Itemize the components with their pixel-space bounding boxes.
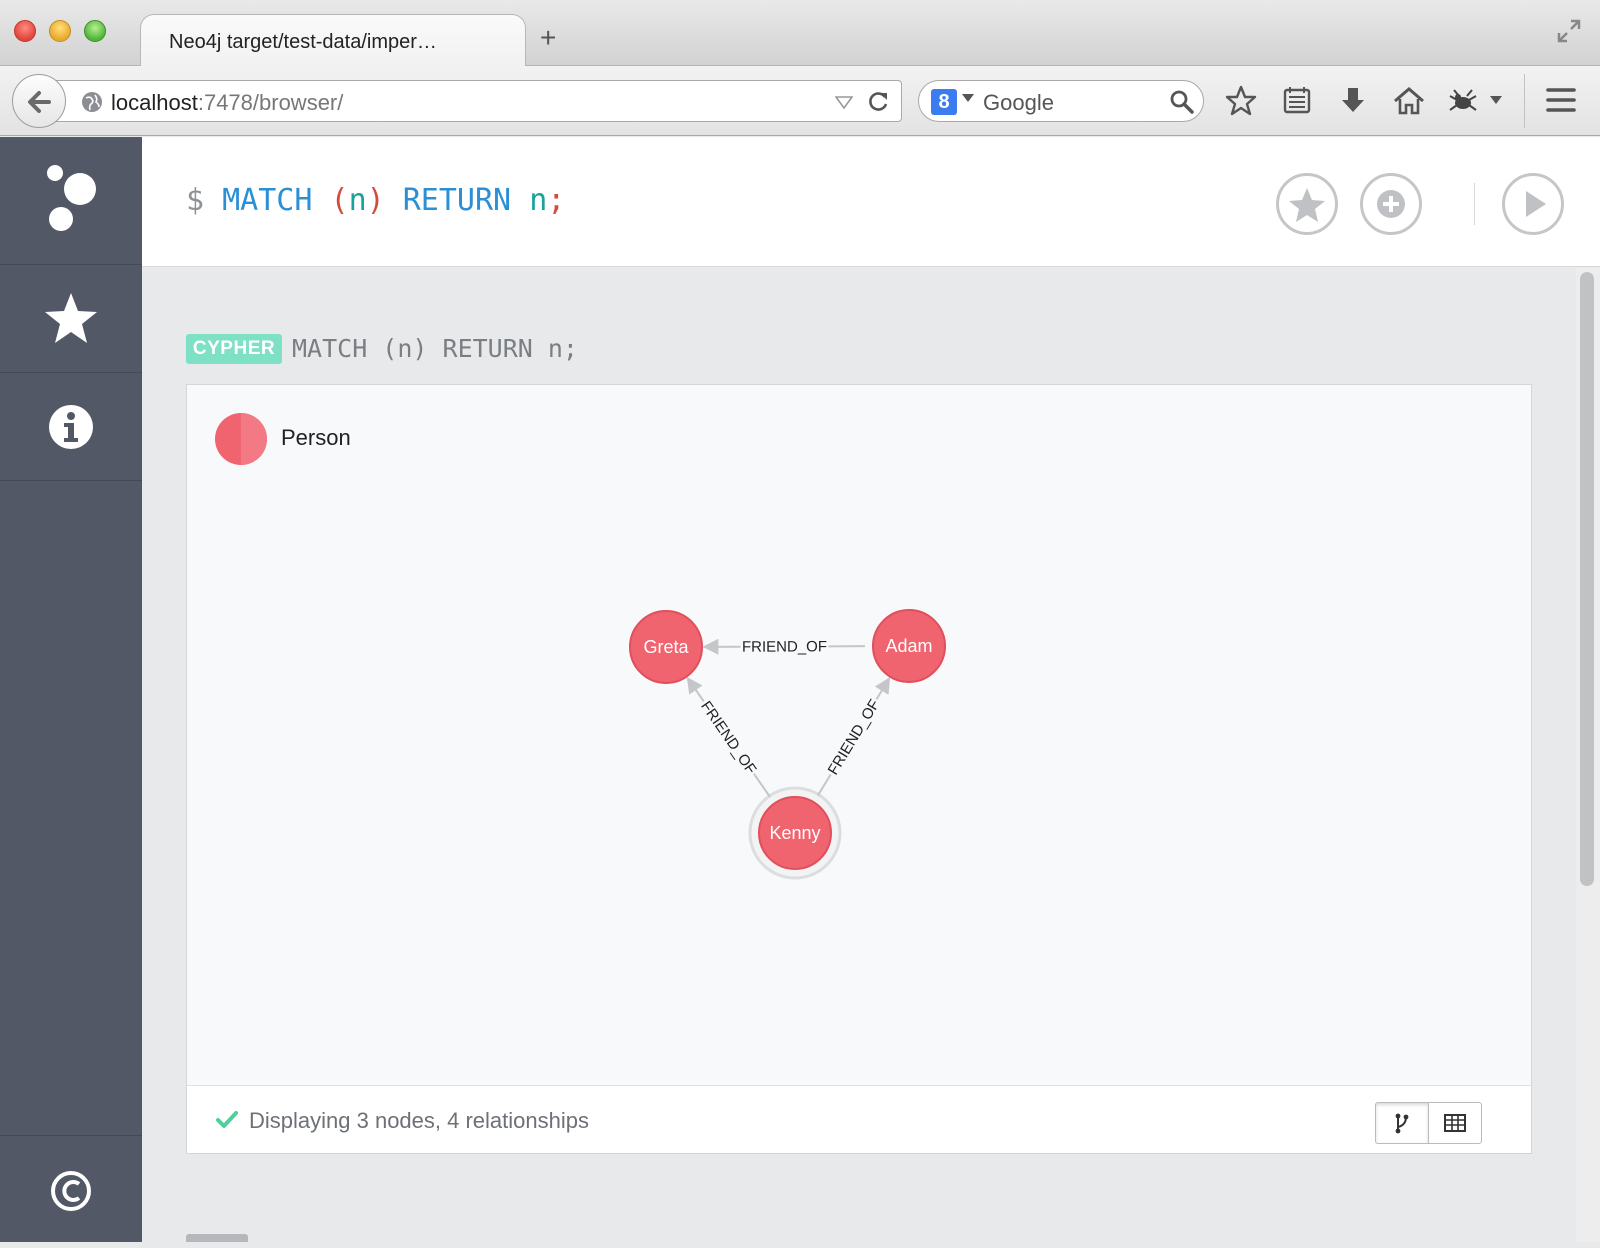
copyright-icon: [0, 1136, 142, 1243]
editor-code[interactable]: $ MATCH (n) RETURN n;: [186, 183, 565, 218]
editor-paren-open: (: [331, 183, 349, 218]
close-window-button[interactable]: [14, 20, 36, 42]
relationship-arrow[interactable]: [876, 678, 889, 699]
browser-titlebar: Neo4j target/test-data/imper… +: [0, 0, 1600, 66]
star-icon: [0, 265, 142, 373]
table-view-button[interactable]: [1428, 1102, 1482, 1144]
favorite-query-button[interactable]: [1276, 173, 1338, 235]
legend-person-dot[interactable]: [215, 413, 267, 465]
graph-node-label: Kenny: [769, 823, 820, 843]
url-bar[interactable]: localhost:7478/browser/: [50, 80, 902, 122]
addon-dropdown-icon[interactable]: [1488, 92, 1504, 108]
menu-icon[interactable]: [1546, 86, 1576, 114]
play-icon: [1505, 176, 1561, 232]
home-icon[interactable]: [1392, 84, 1426, 118]
editor-divider: [1474, 183, 1475, 225]
frame-footer: Displaying 3 nodes, 4 relationships: [187, 1085, 1531, 1153]
firebug-icon[interactable]: [1446, 84, 1480, 118]
sidebar-item-info[interactable]: [0, 373, 142, 481]
app-sidebar: [0, 137, 142, 1242]
back-button[interactable]: [12, 74, 66, 128]
url-path: :7478/browser/: [198, 90, 344, 115]
sidebar-item-about[interactable]: [0, 1135, 142, 1242]
table-view-icon: [1429, 1103, 1481, 1143]
clear-editor-button[interactable]: [1360, 173, 1422, 235]
relationship-line[interactable]: [818, 775, 831, 796]
cypher-badge: CYPHER: [186, 334, 282, 364]
reload-icon[interactable]: [865, 89, 891, 115]
result-frame: FRIEND_OF FRIEND_OF FRIEND_OF Greta Adam Kenn…: [186, 384, 1532, 1154]
search-icon[interactable]: [1169, 89, 1195, 115]
tab-title: Neo4j target/test-data/imper…: [169, 31, 437, 54]
graph-node-label: Adam: [885, 636, 932, 656]
plus-icon: [1363, 176, 1419, 232]
back-arrow-icon: [13, 75, 67, 129]
url-dropdown-icon[interactable]: [835, 95, 853, 109]
zoom-window-button[interactable]: [84, 20, 106, 42]
query-editor[interactable]: $ MATCH (n) RETURN n;: [142, 137, 1600, 267]
relationship-line[interactable]: [754, 774, 770, 797]
editor-paren-close: ): [367, 183, 385, 218]
stream-scrollbar-thumb[interactable]: [1580, 272, 1594, 886]
sidebar-item-logo[interactable]: [0, 137, 142, 265]
info-icon: [0, 373, 142, 481]
editor-var: n: [349, 183, 367, 218]
graph-view-icon: [1376, 1103, 1428, 1143]
search-engine-dropdown-icon[interactable]: [961, 93, 975, 103]
relationship-label[interactable]: FRIEND_OF: [825, 696, 884, 777]
status-message: Displaying 3 nodes, 4 relationships: [249, 1108, 589, 1134]
editor-prompt: $: [186, 183, 204, 218]
graph-visualization[interactable]: FRIEND_OF FRIEND_OF FRIEND_OF Greta Adam Kenn…: [187, 385, 1533, 1085]
search-input[interactable]: Google: [983, 90, 1054, 116]
check-icon: [215, 1108, 239, 1132]
legend-person-label[interactable]: Person: [281, 425, 351, 451]
relationship-label[interactable]: FRIEND_OF: [742, 638, 827, 655]
search-bar[interactable]: 8 Google: [918, 80, 1204, 122]
relationship-label[interactable]: FRIEND_OF: [697, 698, 759, 778]
fullscreen-icon[interactable]: [1556, 18, 1582, 44]
new-tab-button[interactable]: +: [540, 22, 556, 54]
bookmark-star-icon[interactable]: [1224, 84, 1258, 118]
url-text: localhost:7478/browser/: [111, 90, 343, 116]
editor-keyword-return: RETURN: [403, 183, 511, 218]
neo4j-logo-icon: [0, 137, 142, 265]
graph-node-label: Greta: [643, 637, 689, 657]
minimize-window-button[interactable]: [49, 20, 71, 42]
graph-view-button[interactable]: [1375, 1102, 1429, 1144]
editor-keyword-match: MATCH: [222, 183, 312, 218]
star-icon: [1279, 176, 1335, 232]
result-stream: CYPHER MATCH (n) RETURN n; FRIEND_OFFRIE…: [142, 268, 1576, 1242]
run-query-button[interactable]: [1502, 173, 1564, 235]
next-frame-badge: [186, 1234, 248, 1242]
toolbar-divider: [1524, 74, 1525, 128]
sidebar-item-favorites[interactable]: [0, 265, 142, 373]
editor-return-var: n: [529, 183, 547, 218]
relationship-arrow[interactable]: [688, 678, 704, 701]
download-icon[interactable]: [1336, 84, 1370, 118]
editor-semicolon: ;: [547, 183, 565, 218]
url-host: localhost: [111, 90, 198, 115]
frame-query[interactable]: MATCH (n) RETURN n;: [292, 332, 578, 366]
browser-tab[interactable]: Neo4j target/test-data/imper…: [140, 14, 526, 67]
google-logo-icon[interactable]: 8: [931, 89, 957, 115]
bookmarks-list-icon[interactable]: [1280, 84, 1314, 118]
globe-icon: [81, 91, 103, 113]
